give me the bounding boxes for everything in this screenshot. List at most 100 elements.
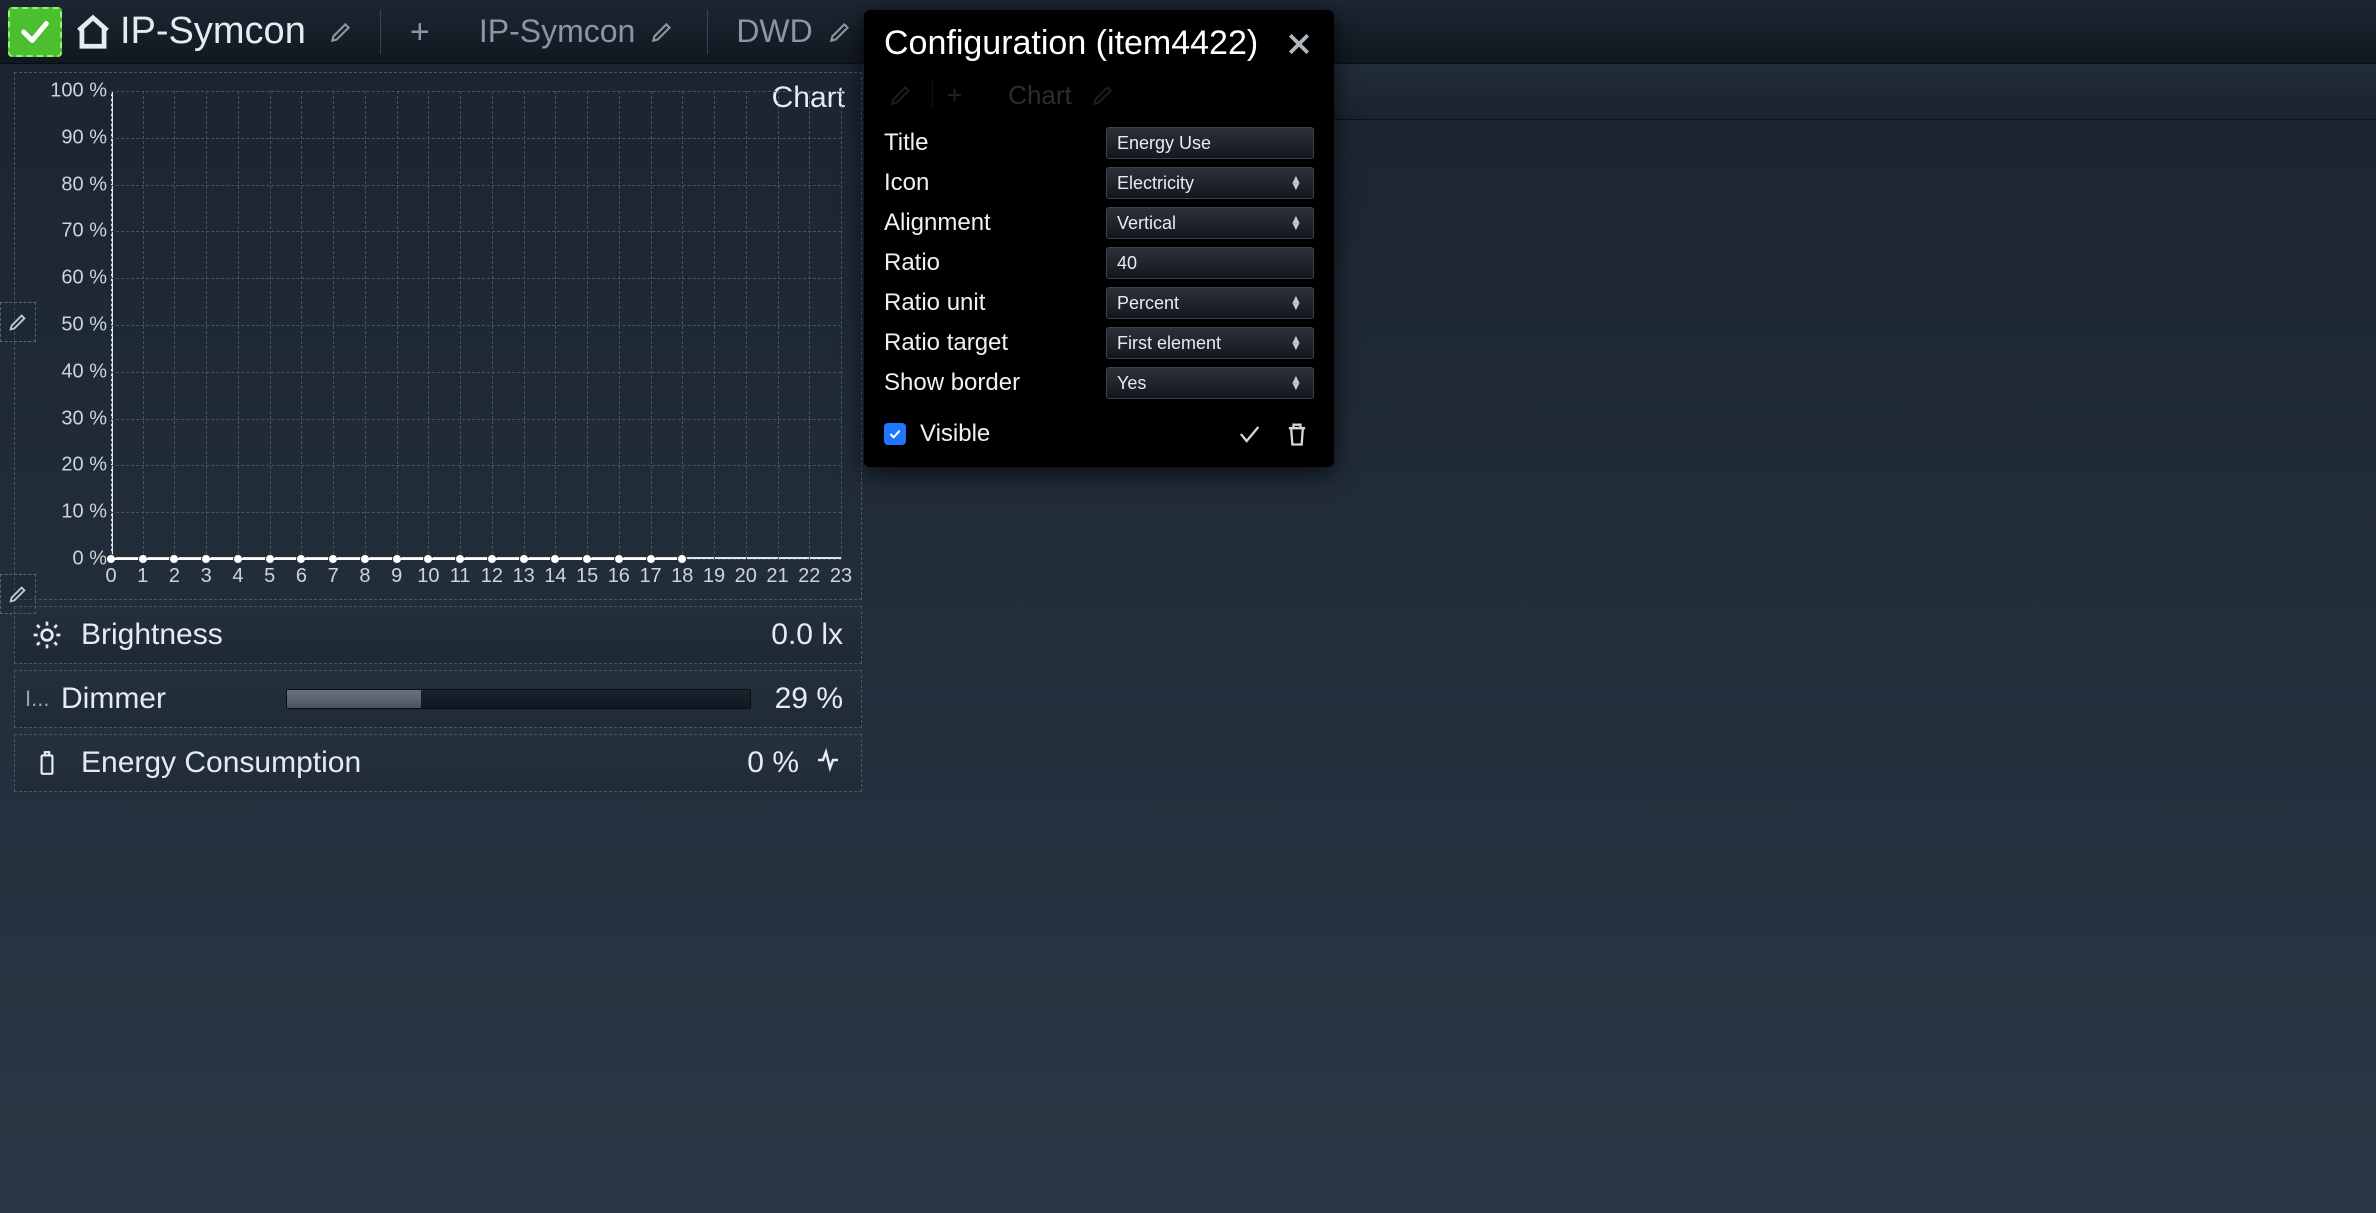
select-value: Electricity [1117, 173, 1194, 194]
home-icon[interactable] [72, 11, 114, 53]
grid-line [238, 91, 239, 559]
tab-dwd[interactable]: DWD [730, 13, 862, 50]
x-tick: 10 [417, 565, 439, 588]
x-tick: 18 [671, 565, 693, 588]
y-tick: 80 % [61, 173, 107, 196]
grid-line [111, 138, 841, 139]
row-prefix: I... [25, 686, 53, 712]
grid-line [333, 91, 334, 559]
x-tick: 2 [169, 565, 180, 588]
grid-line [143, 91, 144, 559]
tab-label: IP-Symcon [479, 13, 635, 50]
delete-button[interactable] [1280, 417, 1314, 451]
config-popup: Configuration (item4422) + Chart Title I… [864, 10, 1334, 467]
grid-line [841, 91, 842, 559]
grid-line [111, 91, 112, 559]
cfg-row-show-border: Show border Yes ▲▼ [884, 363, 1314, 403]
dimmer-fill [287, 690, 421, 708]
y-tick: 100 % [50, 80, 107, 103]
edit-title-icon[interactable] [324, 15, 358, 49]
x-tick: 6 [296, 565, 307, 588]
grid-line [778, 91, 779, 559]
pencil-icon[interactable] [1086, 78, 1120, 112]
pencil-icon[interactable] [823, 15, 857, 49]
cfg-label: Ratio [884, 249, 1106, 277]
grid-line [682, 91, 683, 559]
sub-tab-label[interactable]: Chart [1008, 80, 1072, 111]
cfg-label: Title [884, 129, 1106, 157]
grid-line [111, 91, 841, 92]
cfg-row-ratio-target: Ratio target First element ▲▼ [884, 323, 1314, 363]
config-title: Configuration (item4422) [884, 24, 1258, 63]
cfg-label: Ratio unit [884, 289, 1106, 317]
config-sub-tabs: + Chart [884, 75, 1314, 115]
grid-line [809, 91, 810, 559]
x-tick: 17 [639, 565, 661, 588]
row-dimmer[interactable]: I... Dimmer 29 % [14, 670, 862, 728]
row-label: Energy Consumption [81, 746, 361, 780]
x-tick: 20 [735, 565, 757, 588]
chart-panel[interactable]: Chart 0 %10 %20 %30 %40 %50 %60 %70 %80 … [14, 72, 862, 600]
pencil-icon[interactable] [645, 15, 679, 49]
left-column: Chart 0 %10 %20 %30 %40 %50 %60 %70 %80 … [0, 64, 862, 1213]
show-border-select[interactable]: Yes ▲▼ [1106, 367, 1314, 399]
updown-icon: ▲▼ [1289, 296, 1303, 310]
dimmer-slider[interactable] [286, 689, 751, 709]
grid-line [111, 278, 841, 279]
cfg-label: Alignment [884, 209, 1106, 237]
grid-line [397, 91, 398, 559]
separator [380, 10, 381, 54]
row-value: 0.0 lx [771, 618, 843, 652]
x-tick: 12 [481, 565, 503, 588]
select-value: First element [1117, 333, 1221, 354]
add-tab-button[interactable]: + [403, 15, 437, 49]
x-tick: 15 [576, 565, 598, 588]
row-value: 0 % [747, 746, 799, 780]
updown-icon: ▲▼ [1289, 376, 1303, 390]
plus-icon[interactable]: + [947, 80, 962, 111]
grid-line [111, 419, 841, 420]
row-brightness[interactable]: Brightness 0.0 lx [14, 606, 862, 664]
grid-line [619, 91, 620, 559]
x-tick: 23 [830, 565, 852, 588]
y-tick: 90 % [61, 126, 107, 149]
cfg-label: Ratio target [884, 329, 1106, 357]
cfg-label: Icon [884, 169, 1106, 197]
alignment-select[interactable]: Vertical ▲▼ [1106, 207, 1314, 239]
close-button[interactable] [1284, 29, 1314, 59]
apply-button[interactable] [1232, 417, 1266, 451]
icon-select[interactable]: Electricity ▲▼ [1106, 167, 1314, 199]
row-value: 29 % [775, 682, 843, 716]
x-tick: 4 [232, 565, 243, 588]
page-title: IP-Symcon [120, 10, 306, 53]
select-value: Yes [1117, 373, 1146, 394]
grid-line [111, 185, 841, 186]
separator [707, 10, 708, 54]
tab-ipsymcon[interactable]: IP-Symcon [473, 13, 685, 50]
ratio-input[interactable] [1106, 247, 1314, 279]
ratio-unit-select[interactable]: Percent ▲▼ [1106, 287, 1314, 319]
grid-line [111, 325, 841, 326]
y-tick: 10 % [61, 501, 107, 524]
y-tick: 70 % [61, 220, 107, 243]
cfg-label: Show border [884, 369, 1106, 397]
x-tick: 8 [359, 565, 370, 588]
updown-icon: ▲▼ [1289, 176, 1303, 190]
grid-line [270, 91, 271, 559]
sun-icon [25, 619, 69, 651]
row-energy[interactable]: Energy Consumption 0 % [14, 734, 862, 792]
title-input[interactable] [1106, 127, 1314, 159]
visible-label: Visible [920, 420, 1218, 448]
updown-icon: ▲▼ [1289, 336, 1303, 350]
grid-line [492, 91, 493, 559]
grid-line [365, 91, 366, 559]
x-tick: 1 [137, 565, 148, 588]
x-tick: 14 [544, 565, 566, 588]
y-tick: 40 % [61, 360, 107, 383]
edit-chart-handle[interactable] [0, 302, 36, 342]
ratio-target-select[interactable]: First element ▲▼ [1106, 327, 1314, 359]
grid-line [111, 512, 841, 513]
visible-checkbox[interactable] [884, 423, 906, 445]
pencil-icon[interactable] [884, 78, 918, 112]
confirm-button[interactable] [8, 7, 62, 57]
